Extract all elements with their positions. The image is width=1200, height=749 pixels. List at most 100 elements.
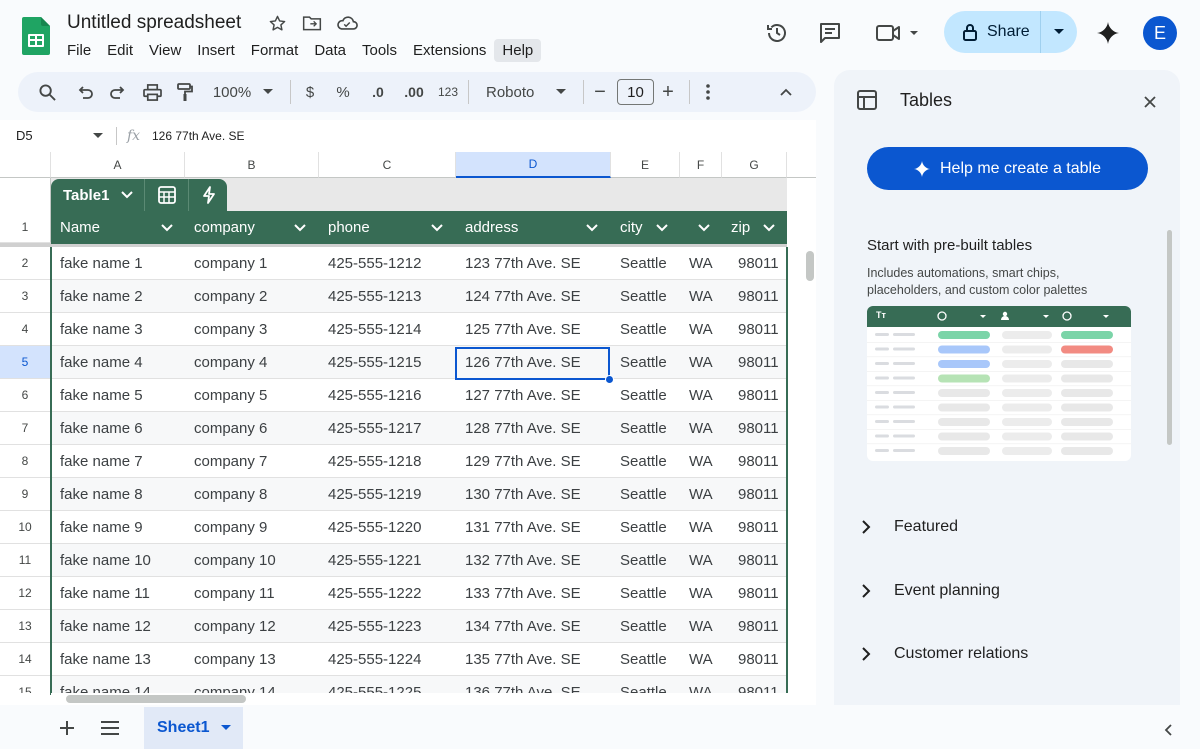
share-button[interactable]: Share — [944, 11, 1077, 53]
table-cell[interactable]: fake name 1 — [60, 255, 143, 272]
more-formats-button[interactable]: 123 — [434, 72, 462, 112]
table-cell[interactable]: Seattle — [620, 585, 667, 602]
fill-handle[interactable] — [605, 375, 614, 384]
decrease-decimal-button[interactable]: .0 — [363, 72, 393, 112]
prebuilt-table-preview[interactable]: Tт — [867, 306, 1131, 461]
table-cell[interactable]: 425-555-1220 — [328, 519, 421, 536]
table-cell[interactable]: WA — [689, 651, 713, 668]
table-cell[interactable]: 98011 — [738, 519, 779, 536]
more-options-icon[interactable] — [698, 72, 718, 112]
row-header[interactable]: 3 — [0, 280, 51, 313]
table-cell[interactable]: fake name 12 — [60, 618, 151, 635]
table-cell[interactable]: WA — [689, 255, 713, 272]
vertical-scrollbar[interactable] — [805, 247, 816, 695]
table-cell[interactable]: 425-555-1214 — [328, 321, 421, 338]
row-header[interactable]: 8 — [0, 445, 51, 478]
table-cell[interactable]: 129 77th Ave. SE — [465, 453, 581, 470]
table-cell[interactable]: company 13 — [194, 651, 276, 668]
table-cell[interactable]: company 7 — [194, 453, 267, 470]
table-cell[interactable]: Seattle — [620, 288, 667, 305]
chevron-down-icon[interactable] — [431, 223, 443, 232]
table-cell[interactable]: 98011 — [738, 651, 779, 668]
sheet-tab-sheet1[interactable]: Sheet1 — [144, 707, 243, 749]
table-cell[interactable]: Seattle — [620, 420, 667, 437]
row-header[interactable]: 10 — [0, 511, 51, 544]
table-cell[interactable]: company 1 — [194, 255, 267, 272]
font-select[interactable]: Roboto — [484, 72, 570, 112]
column-header-g[interactable]: G — [722, 152, 787, 178]
table-cell[interactable]: 425-555-1215 — [328, 354, 421, 371]
table-cell[interactable]: 135 77th Ave. SE — [465, 651, 581, 668]
table-column-address[interactable]: address — [456, 211, 611, 244]
column-header-d[interactable]: D — [456, 152, 611, 178]
currency-format-button[interactable]: $ — [298, 72, 322, 112]
table-cell[interactable]: company 9 — [194, 519, 267, 536]
menu-tools[interactable]: Tools — [354, 39, 405, 62]
table-cell[interactable]: fake name 13 — [60, 651, 151, 668]
section-featured[interactable]: Featured — [857, 515, 1157, 539]
table-cell[interactable]: fake name 6 — [60, 420, 143, 437]
select-all-corner[interactable] — [0, 152, 51, 178]
table-cell[interactable]: Seattle — [620, 321, 667, 338]
table-cell[interactable]: Seattle — [620, 519, 667, 536]
chevron-down-icon[interactable] — [656, 223, 668, 232]
table-cell[interactable]: company 4 — [194, 354, 267, 371]
column-header-c[interactable]: C — [319, 152, 456, 178]
table-cell[interactable]: 125 77th Ave. SE — [465, 321, 581, 338]
table-cell[interactable]: 132 77th Ave. SE — [465, 552, 581, 569]
search-menus-icon[interactable] — [34, 72, 60, 112]
table-cell[interactable]: 124 77th Ave. SE — [465, 288, 581, 305]
table-cell[interactable]: Seattle — [620, 552, 667, 569]
column-header-h[interactable] — [787, 152, 816, 178]
row-header[interactable] — [0, 178, 51, 211]
table-cell[interactable]: WA — [689, 321, 713, 338]
name-box-dropdown[interactable] — [90, 131, 106, 141]
menu-extensions[interactable]: Extensions — [405, 39, 494, 62]
table-name-chip[interactable]: Table1 — [51, 179, 227, 211]
table-cell[interactable]: WA — [689, 354, 713, 371]
cloud-status-icon[interactable] — [335, 12, 359, 34]
table-cell[interactable]: fake name 9 — [60, 519, 143, 536]
percent-format-button[interactable]: % — [331, 72, 355, 112]
table-cell[interactable]: company 2 — [194, 288, 267, 305]
table-cell[interactable]: 98011 — [738, 321, 779, 338]
table-cell[interactable]: 123 77th Ave. SE — [465, 255, 581, 272]
row-header[interactable]: 7 — [0, 412, 51, 445]
vertical-panel-scrollbar[interactable] — [1167, 230, 1172, 445]
row-header[interactable]: 14 — [0, 643, 51, 676]
row-header[interactable]: 6 — [0, 379, 51, 412]
table-cell[interactable]: 425-555-1216 — [328, 387, 421, 404]
table-cell[interactable]: company 12 — [194, 618, 276, 635]
table-column-state[interactable] — [680, 211, 722, 244]
table-cell[interactable]: 98011 — [738, 255, 779, 272]
table-cell[interactable]: 425-555-1213 — [328, 288, 421, 305]
table-cell[interactable]: fake name 8 — [60, 486, 143, 503]
table-cell[interactable]: company 8 — [194, 486, 267, 503]
decrease-font-size-button[interactable]: − — [590, 72, 610, 112]
table-cell[interactable]: fake name 4 — [60, 354, 143, 371]
table-cell[interactable]: 128 77th Ave. SE — [465, 420, 581, 437]
table-cell[interactable]: WA — [689, 387, 713, 404]
font-size-input[interactable]: 10 — [617, 79, 654, 105]
paint-format-icon[interactable] — [172, 72, 198, 112]
collapse-toolbar-icon[interactable] — [775, 72, 797, 112]
table-cell[interactable]: Seattle — [620, 387, 667, 404]
table-cell[interactable]: Seattle — [620, 618, 667, 635]
column-header-e[interactable]: E — [611, 152, 680, 178]
gemini-icon[interactable] — [1093, 19, 1123, 47]
table-cell[interactable]: 98011 — [738, 486, 779, 503]
table-cell[interactable]: 98011 — [738, 618, 779, 635]
menu-help[interactable]: Help — [494, 38, 542, 62]
sheets-logo[interactable] — [22, 17, 50, 55]
all-sheets-icon[interactable] — [98, 717, 122, 739]
table-cell[interactable]: WA — [689, 486, 713, 503]
table-cell[interactable]: 425-555-1219 — [328, 486, 421, 503]
table-cell[interactable]: 98011 — [738, 354, 779, 371]
table-cell[interactable]: 425-555-1222 — [328, 585, 421, 602]
table-column-zip[interactable]: zip — [722, 211, 787, 244]
table-cell[interactable]: fake name 11 — [60, 585, 150, 602]
help-me-create-table-button[interactable]: Help me create a table — [867, 147, 1148, 190]
row-header[interactable]: 5 — [0, 346, 51, 379]
section-event-planning[interactable]: Event planning — [857, 579, 1157, 603]
table-column-city[interactable]: city — [611, 211, 680, 244]
